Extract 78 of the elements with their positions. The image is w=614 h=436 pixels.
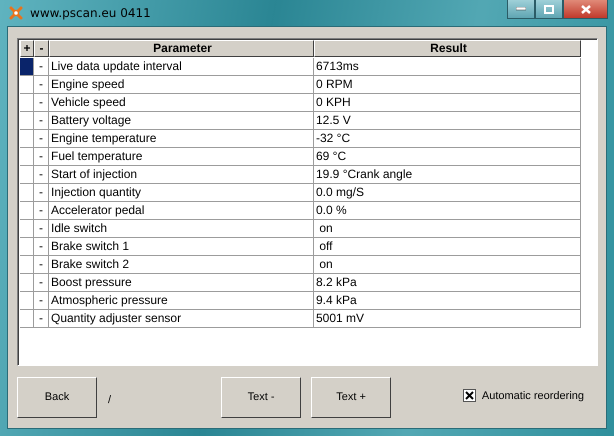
parameter-cell: Live data update interval (49, 58, 314, 76)
expand-all-button[interactable]: + (20, 40, 34, 57)
result-cell: 8.2 kPa (314, 274, 581, 292)
row-selector-cell[interactable] (20, 202, 34, 220)
back-button[interactable]: Back (17, 376, 97, 418)
row-toggle[interactable]: - (34, 148, 49, 166)
row-selector-cell[interactable] (20, 310, 34, 328)
result-cell: 19.9 °Crank angle (314, 166, 581, 184)
row-toggle[interactable]: - (34, 292, 49, 310)
checkbox-label[interactable]: Automatic reordering (482, 390, 584, 402)
row-selector-cell[interactable] (20, 58, 34, 76)
close-icon (580, 4, 590, 14)
row-selector-cell[interactable] (20, 256, 34, 274)
minimize-icon (516, 7, 526, 11)
parameter-cell: Brake switch 2 (49, 256, 314, 274)
row-toggle[interactable]: - (34, 166, 49, 184)
parameter-cell: Atmospheric pressure (49, 292, 314, 310)
result-cell: 5001 mV (314, 310, 581, 328)
row-toggle[interactable]: - (34, 310, 49, 328)
result-cell: 9.4 kPa (314, 292, 581, 310)
result-cell: on (314, 220, 581, 238)
result-cell: 0 RPM (314, 76, 581, 94)
parameter-cell: Boost pressure (49, 274, 314, 292)
row-toggle[interactable]: - (34, 256, 49, 274)
text-larger-button[interactable]: Text + (311, 376, 392, 418)
row-toggle[interactable]: - (34, 202, 49, 220)
result-cell: on (314, 256, 581, 274)
checkbox[interactable] (462, 389, 476, 402)
page-indicator: / (108, 394, 112, 406)
result-cell: 0.0 % (314, 202, 581, 220)
row-selector-cell[interactable] (20, 76, 34, 94)
row-selector-cell[interactable] (20, 130, 34, 148)
row-selector-cell[interactable] (20, 184, 34, 202)
parameter-cell: Vehicle speed (49, 94, 314, 112)
row-selector-cell[interactable] (20, 148, 34, 166)
result-cell: 0 KPH (314, 94, 581, 112)
result-cell: off (314, 238, 581, 256)
close-button[interactable] (563, 0, 608, 19)
maximize-button[interactable] (535, 0, 563, 19)
row-toggle[interactable]: - (34, 238, 49, 256)
parameter-cell: Idle switch (49, 220, 314, 238)
result-cell: 69 °C (314, 148, 581, 166)
maximize-icon (544, 4, 554, 14)
row-toggle[interactable]: - (34, 112, 49, 130)
parameter-cell: Brake switch 1 (49, 238, 314, 256)
parameter-cell: Fuel temperature (49, 148, 314, 166)
window-title: www.pscan.eu 0411 (30, 6, 151, 20)
row-selector-cell[interactable] (20, 94, 34, 112)
row-toggle[interactable]: - (34, 220, 49, 238)
column-header[interactable]: Parameter (49, 40, 314, 57)
row-selector-cell[interactable] (20, 292, 34, 310)
result-cell: 0.0 mg/S (314, 184, 581, 202)
parameter-cell: Engine speed (49, 76, 314, 94)
row-selector-cell[interactable] (20, 166, 34, 184)
result-cell: -32 °C (314, 130, 581, 148)
row-toggle[interactable]: - (34, 58, 49, 76)
row-toggle[interactable]: - (34, 130, 49, 148)
row-selector-cell[interactable] (20, 238, 34, 256)
result-cell: 6713ms (314, 58, 581, 76)
result-cell: 12.5 V (314, 112, 581, 130)
row-toggle[interactable]: - (34, 184, 49, 202)
parameter-cell: Quantity adjuster sensor (49, 310, 314, 328)
row-toggle[interactable]: - (34, 76, 49, 94)
row-selector-cell[interactable] (20, 274, 34, 292)
parameter-cell: Injection quantity (49, 184, 314, 202)
row-toggle[interactable]: - (34, 274, 49, 292)
minimize-button[interactable] (507, 0, 535, 19)
row-selector-cell[interactable] (20, 220, 34, 238)
column-header[interactable]: Result (314, 40, 581, 57)
parameter-cell: Accelerator pedal (49, 202, 314, 220)
parameter-cell: Engine temperature (49, 130, 314, 148)
row-selector-cell[interactable] (20, 112, 34, 130)
collapse-all-button[interactable]: - (34, 40, 49, 57)
row-toggle[interactable]: - (34, 94, 49, 112)
parameter-cell: Start of injection (49, 166, 314, 184)
text-smaller-button[interactable]: Text - (221, 376, 302, 418)
app-logo-icon (8, 5, 24, 21)
parameter-cell: Battery voltage (49, 112, 314, 130)
